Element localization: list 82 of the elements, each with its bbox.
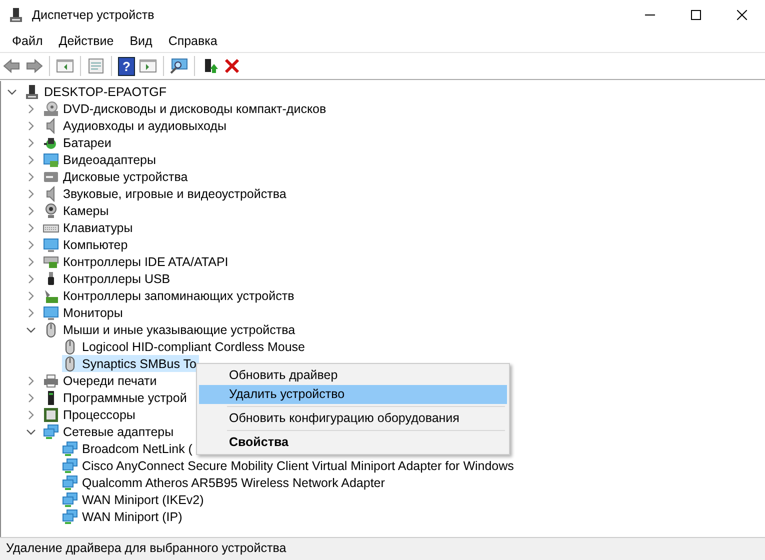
storage-controller-icon xyxy=(43,288,59,304)
scan-monitor-icon[interactable] xyxy=(170,58,188,74)
expand-chevron-icon[interactable] xyxy=(26,138,36,148)
context-menu-item[interactable]: Удалить устройство xyxy=(199,385,507,404)
tree-item[interactable]: Контроллеры IDE ATA/ATAPI xyxy=(43,253,232,270)
tree-item[interactable]: Звуковые, игровые и видеоустройства xyxy=(43,185,290,202)
tree-item[interactable]: Мониторы xyxy=(43,304,126,321)
expand-chevron-icon[interactable] xyxy=(26,290,36,300)
monitor-icon xyxy=(43,236,59,252)
network-adapter-icon xyxy=(62,474,78,490)
menu-item[interactable]: Файл xyxy=(4,32,51,50)
network-adapter-icon xyxy=(62,440,78,456)
expand-chevron-icon[interactable] xyxy=(26,392,36,402)
expand-chevron-icon[interactable] xyxy=(26,256,36,266)
properties-sheet-icon[interactable] xyxy=(87,58,105,74)
close-icon[interactable] xyxy=(737,10,747,20)
tree-item[interactable]: Очереди печати xyxy=(43,372,160,389)
expand-chevron-icon[interactable] xyxy=(26,376,36,386)
status-bar-text: Удаление драйвера для выбранного устройства xyxy=(0,537,765,560)
printer-icon xyxy=(43,372,59,388)
tree-item[interactable]: Видеоадаптеры xyxy=(43,151,159,168)
network-adapter-icon xyxy=(43,424,59,440)
tree-item[interactable]: Cisco AnyConnect Secure Mobility Client Virtual Miniport Adapter for Windows xyxy=(62,457,517,474)
context-menu-item[interactable]: Обновить конфигурацию оборудования xyxy=(199,409,507,428)
delete-x-icon[interactable] xyxy=(223,58,241,74)
context-menu-item[interactable]: Обновить драйвер xyxy=(199,366,507,385)
tree-item[interactable]: Программные устрой xyxy=(43,389,190,406)
webcam-icon xyxy=(43,202,59,218)
display-adapter-icon xyxy=(43,152,59,168)
menu-item[interactable]: Действие xyxy=(50,32,122,50)
tree-item[interactable]: Аудиовходы и аудиовыходы xyxy=(43,117,230,134)
network-adapter-icon xyxy=(62,458,78,474)
expand-chevron-icon[interactable] xyxy=(26,308,36,318)
expand-chevron-icon[interactable] xyxy=(26,188,36,198)
tree-item[interactable]: Камеры xyxy=(43,202,112,219)
collapse-chevron-icon[interactable] xyxy=(26,324,36,334)
collapse-chevron-icon[interactable] xyxy=(7,86,17,96)
expand-chevron-icon[interactable] xyxy=(26,172,36,182)
tree-item[interactable]: Дисковые устройства xyxy=(43,168,191,185)
collapse-chevron-icon[interactable] xyxy=(26,426,36,436)
forward-arrow-icon[interactable] xyxy=(25,58,43,74)
disc-drive-icon xyxy=(43,100,59,116)
tree-item[interactable]: WAN Miniport (IKEv2) xyxy=(62,491,207,508)
tree-item[interactable]: DESKTOP-EPAOTGF xyxy=(24,83,170,100)
tree-item[interactable]: Сетевые адаптеры xyxy=(43,423,177,440)
console-tree-icon[interactable] xyxy=(56,58,74,74)
tree-item[interactable]: Контроллеры запоминающих устройств xyxy=(43,287,298,304)
expand-chevron-icon[interactable] xyxy=(26,154,36,164)
tree-item[interactable]: Контроллеры USB xyxy=(43,270,174,287)
tree-item[interactable]: DVD-дисководы и дисководы компакт-дисков xyxy=(43,100,330,117)
context-menu-item[interactable]: Свойства xyxy=(199,433,507,452)
computer-tower-icon xyxy=(24,84,40,100)
tree-item[interactable]: Клавиатуры xyxy=(43,219,136,236)
tree-item[interactable]: Qualcomm Atheros AR5B95 Wireless Network Adapter xyxy=(62,474,388,491)
expand-chevron-icon[interactable] xyxy=(26,410,36,420)
tree-item[interactable]: Процессоры xyxy=(43,406,138,423)
expand-chevron-icon[interactable] xyxy=(26,274,36,284)
window-title: Диспетчер устройств xyxy=(32,8,154,22)
app-icon xyxy=(8,7,24,23)
processor-chip-icon xyxy=(43,406,59,422)
tree-item[interactable]: Компьютер xyxy=(43,236,131,253)
expand-chevron-icon[interactable] xyxy=(26,222,36,232)
network-adapter-icon xyxy=(62,508,78,524)
monitor-icon xyxy=(43,304,59,320)
network-adapter-icon xyxy=(62,492,78,508)
tree-item[interactable]: Мыши и иные указывающие устройства xyxy=(43,321,298,338)
tree-item[interactable]: Synaptics SMBus To xyxy=(62,355,200,372)
tree-item[interactable]: Батареи xyxy=(43,134,114,151)
expand-chevron-icon[interactable] xyxy=(26,240,36,250)
back-arrow-icon[interactable] xyxy=(3,58,21,74)
tree-item[interactable]: WAN Miniport (IP) xyxy=(62,508,186,525)
menu-item[interactable]: Справка xyxy=(160,32,226,50)
expand-chevron-icon[interactable] xyxy=(26,104,36,114)
controller-card-icon xyxy=(43,254,59,270)
menu-item[interactable]: Вид xyxy=(122,32,160,50)
expand-chevron-icon[interactable] xyxy=(26,120,36,130)
maximize-icon[interactable] xyxy=(691,10,701,20)
tree-item[interactable]: Logicool HID-compliant Cordless Mouse xyxy=(62,338,308,355)
help-button[interactable]: ? xyxy=(118,56,135,76)
expand-chevron-icon[interactable] xyxy=(26,206,36,216)
tree-item[interactable]: Broadcom NetLink ( xyxy=(62,440,196,457)
action-pane-icon[interactable] xyxy=(139,58,157,74)
